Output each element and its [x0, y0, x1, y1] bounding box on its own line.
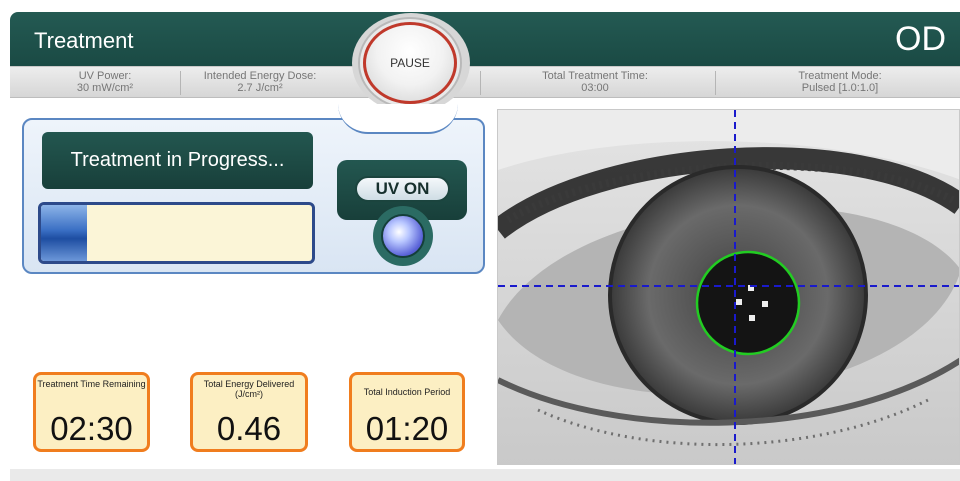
energy-delivered-label: Total Energy Delivered (J/cm²)	[203, 379, 295, 399]
reflection-dot	[736, 299, 742, 305]
energy-delivered-card: Total Energy Delivered (J/cm²) 0.46	[190, 372, 308, 452]
uv-on-indicator: UV ON	[355, 176, 450, 202]
divider	[715, 71, 716, 95]
pupil	[698, 253, 798, 353]
uv-power-label: UV Power:	[78, 70, 132, 82]
eye-camera-view	[497, 109, 960, 465]
uv-power-value: 30 mW/cm²	[76, 82, 134, 94]
total-time-label: Total Treatment Time:	[542, 70, 648, 82]
induction-period-label: Total Induction Period	[363, 387, 451, 397]
divider	[180, 71, 181, 95]
eye-image	[498, 110, 959, 464]
footer-bar	[10, 469, 960, 481]
energy-dose-info: Intended Energy Dose: 2.7 J/cm²	[185, 70, 335, 94]
uv-power-info: UV Power: 30 mW/cm²	[40, 70, 170, 94]
energy-dose-value: 2.7 J/cm²	[237, 82, 283, 94]
reflection-dot	[762, 301, 768, 307]
treatment-info-bar: UV Power: 30 mW/cm² Intended Energy Dose…	[10, 66, 960, 98]
eye-indicator: OD	[895, 20, 946, 58]
header-bar: Treatment OD	[10, 12, 960, 66]
reflection-dot	[749, 315, 755, 321]
treatment-mode-value: Pulsed [1.0:1.0]	[801, 82, 879, 94]
total-time-info: Total Treatment Time: 03:00	[510, 70, 680, 94]
panel-notch	[338, 104, 458, 134]
pause-button[interactable]: PAUSE	[363, 22, 457, 104]
total-time-value: 03:00	[581, 82, 609, 94]
treatment-status-label: Treatment in Progress...	[42, 132, 313, 189]
progress-fill	[41, 205, 88, 261]
induction-period-card: Total Induction Period 01:20	[349, 372, 465, 452]
time-remaining-card: Treatment Time Remaining 02:30	[33, 372, 150, 452]
time-remaining-value: 02:30	[50, 410, 133, 447]
treatment-mode-info: Treatment Mode: Pulsed [1.0:1.0]	[755, 70, 925, 94]
treatment-mode-label: Treatment Mode:	[798, 70, 882, 82]
induction-period-value: 01:20	[365, 410, 449, 447]
divider	[480, 71, 481, 95]
energy-delivered-value: 0.46	[216, 410, 282, 447]
time-remaining-label: Treatment Time Remaining	[37, 379, 146, 389]
page-title: Treatment	[34, 28, 134, 53]
treatment-progress-bar	[38, 202, 315, 264]
energy-dose-label: Intended Energy Dose:	[203, 70, 317, 82]
uv-lamp-icon	[381, 214, 425, 258]
